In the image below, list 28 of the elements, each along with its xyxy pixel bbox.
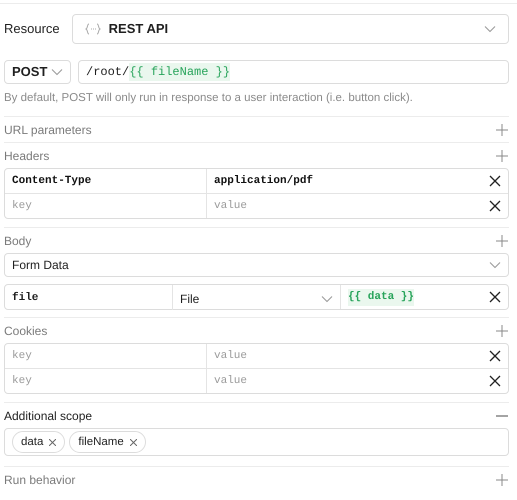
remove-icon — [130, 438, 137, 446]
add-icon[interactable] — [495, 122, 509, 137]
braces-icon — [84, 23, 101, 35]
key-field[interactable]: Content-Type — [5, 169, 207, 194]
tag-chip[interactable]: fileName — [69, 431, 146, 454]
add-icon[interactable] — [495, 324, 509, 338]
remove-icon — [49, 438, 56, 446]
chevron-down-icon — [489, 261, 501, 270]
section-title: Body — [4, 232, 32, 250]
hint-text: By default, POST will only run in response to a user interaction (i.e. button click). — [4, 91, 414, 106]
section-title: Run behavior — [4, 472, 76, 489]
tags-field[interactable]: data fileName — [4, 428, 509, 456]
add-icon[interactable] — [495, 234, 509, 248]
section-title: URL parameters — [4, 122, 92, 139]
section-title: Cookies — [4, 322, 48, 340]
chevron-down-icon — [51, 68, 63, 76]
resource-select[interactable]: REST API — [72, 14, 509, 44]
url-field[interactable]: /root/{{ fileName }} — [78, 60, 509, 84]
field-label: Resource — [4, 20, 60, 38]
body-type-select[interactable]: Form Data — [4, 253, 509, 278]
method-select[interactable]: POST — [4, 60, 71, 84]
value-field[interactable]: application/pdf — [207, 169, 482, 194]
tag-chip[interactable]: data — [12, 431, 66, 454]
section-title: Headers — [4, 148, 50, 165]
chevron-down-icon — [484, 25, 496, 33]
add-icon[interactable] — [495, 472, 509, 487]
add-icon[interactable] — [495, 148, 509, 163]
section-title: Additional scope — [4, 408, 92, 425]
